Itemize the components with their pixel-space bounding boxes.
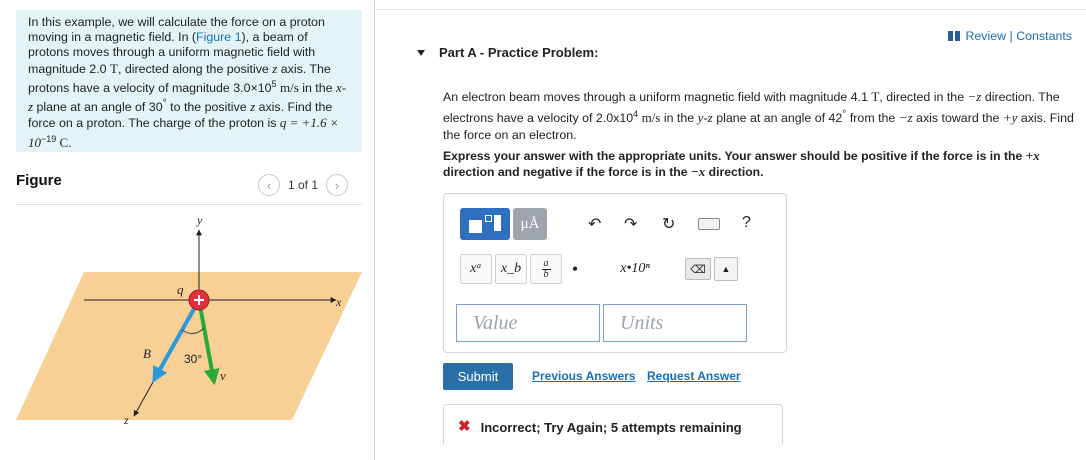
question-exponent: 4 bbox=[633, 109, 639, 119]
part-a-header[interactable]: Part A - Practice Problem: bbox=[417, 45, 598, 60]
instructions-text-3: direction. bbox=[705, 165, 764, 179]
scientific-notation-button[interactable]: x•10ⁿ bbox=[588, 254, 682, 284]
intro-text-5: in the bbox=[298, 80, 336, 95]
figure-link[interactable]: Figure 1 bbox=[196, 30, 241, 44]
book-icon bbox=[948, 31, 961, 41]
incorrect-icon: ✖ bbox=[458, 418, 471, 435]
feedback-message: Incorrect; Try Again; 5 attempts remaini… bbox=[480, 420, 742, 435]
pager-text: 1 of 1 bbox=[288, 178, 319, 192]
templates-button[interactable] bbox=[460, 208, 510, 240]
units-input[interactable]: Units bbox=[603, 304, 747, 342]
instructions-text-1: Express your answer with the appropriate… bbox=[443, 149, 1026, 163]
previous-answers-link[interactable]: Previous Answers bbox=[532, 369, 636, 383]
b-field-label: B bbox=[143, 346, 151, 361]
figure-diagram: y x z q B v 30° bbox=[16, 213, 362, 427]
intro-text-3: , directed along the positive bbox=[117, 61, 273, 76]
y-axis-label: y bbox=[196, 213, 203, 227]
instructions-text-2: direction and negative if the force is i… bbox=[443, 165, 691, 179]
figure-pager: ‹ 1 of 1 › bbox=[258, 174, 349, 196]
intro-text-6: plane at an angle of 30 bbox=[33, 100, 163, 115]
undo-icon[interactable]: ↶ bbox=[588, 214, 601, 234]
reset-icon[interactable]: ↻ bbox=[662, 214, 675, 234]
review-constants-label: Review | Constants bbox=[965, 29, 1072, 43]
keyboard-toggle-icon[interactable]: ▲ bbox=[714, 257, 738, 281]
left-panel: In this example, we will calculate the f… bbox=[0, 0, 375, 460]
value-input[interactable]: Value bbox=[456, 304, 600, 342]
answer-box: μÅ ↶ ↷ ↻ ? xᵃ x_b ab • x•10ⁿ ⌫ ▲ Value U… bbox=[443, 193, 787, 353]
xz-plane bbox=[16, 272, 362, 420]
instructions-pos-x: +x bbox=[1025, 148, 1040, 163]
keyboard-icon[interactable] bbox=[698, 218, 720, 230]
answer-inputs: Value Units bbox=[456, 304, 747, 342]
x-axis-label: x bbox=[335, 295, 342, 309]
charge-unit: C. bbox=[56, 134, 72, 150]
next-figure-button[interactable]: › bbox=[326, 174, 349, 196]
question-plane-yz: y-z bbox=[697, 110, 713, 126]
question-text-6: from the bbox=[846, 111, 899, 126]
feedback-box: ✖ Incorrect; Try Again; 5 attempts remai… bbox=[443, 404, 783, 444]
question-neg-z-2: −z bbox=[898, 110, 913, 126]
charge-exponent: −19 bbox=[41, 133, 57, 144]
question-unit-mps: m/s bbox=[641, 110, 661, 126]
question-text-4: in the bbox=[660, 111, 698, 126]
part-a-title: Part A - Practice Problem: bbox=[439, 45, 599, 60]
submit-button[interactable]: Submit bbox=[443, 363, 513, 390]
divider bbox=[16, 204, 362, 205]
fraction-numerator: a bbox=[543, 257, 549, 269]
question-text-1: An electron beam moves through a uniform… bbox=[443, 90, 872, 104]
superscript-button[interactable]: xᵃ bbox=[460, 254, 492, 284]
instructions-neg-x: −x bbox=[690, 164, 706, 179]
answer-instructions: Express your answer with the appropriate… bbox=[443, 148, 1083, 180]
question-neg-z: −z bbox=[967, 89, 982, 104]
redo-icon[interactable]: ↷ bbox=[624, 214, 637, 234]
question-text-7: axis toward the bbox=[912, 111, 1003, 126]
request-answer-link[interactable]: Request Answer bbox=[647, 369, 741, 383]
intro-text-7: to the positive bbox=[166, 100, 251, 115]
z-axis-label: z bbox=[123, 413, 129, 427]
toolbar-row-2: xᵃ x_b ab • x•10ⁿ ⌫ ▲ bbox=[460, 254, 738, 284]
dot-button[interactable]: • bbox=[565, 254, 585, 284]
fraction-button[interactable]: ab bbox=[530, 254, 562, 284]
units-button[interactable]: μÅ bbox=[513, 208, 547, 240]
angle-label: 30° bbox=[184, 352, 202, 366]
unit-mps: m/s bbox=[279, 79, 299, 95]
prev-figure-button[interactable]: ‹ bbox=[258, 174, 280, 196]
unit-tesla: T bbox=[109, 60, 118, 76]
question-text-2: , directed in the bbox=[879, 90, 968, 104]
top-divider bbox=[376, 9, 1086, 10]
collapse-caret-icon[interactable] bbox=[417, 49, 425, 56]
exponent: 5 bbox=[271, 78, 277, 89]
review-constants-link[interactable]: Review | Constants bbox=[948, 29, 1072, 43]
subscript-button[interactable]: x_b bbox=[495, 254, 527, 284]
charge-label: q bbox=[177, 282, 184, 297]
question-pos-y: +y bbox=[1002, 110, 1018, 126]
toolbar-row-1: μÅ bbox=[460, 208, 547, 240]
question-text-5: plane at an angle of 42 bbox=[712, 111, 843, 126]
fraction-denominator: b bbox=[543, 268, 549, 280]
figure-title: Figure bbox=[16, 172, 62, 189]
help-icon[interactable]: ? bbox=[742, 214, 751, 232]
intro-text: In this example, we will calculate the f… bbox=[16, 10, 362, 152]
question-text: An electron beam moves through a uniform… bbox=[443, 88, 1083, 144]
delete-icon[interactable]: ⌫ bbox=[685, 258, 711, 280]
velocity-label: v bbox=[220, 368, 226, 383]
